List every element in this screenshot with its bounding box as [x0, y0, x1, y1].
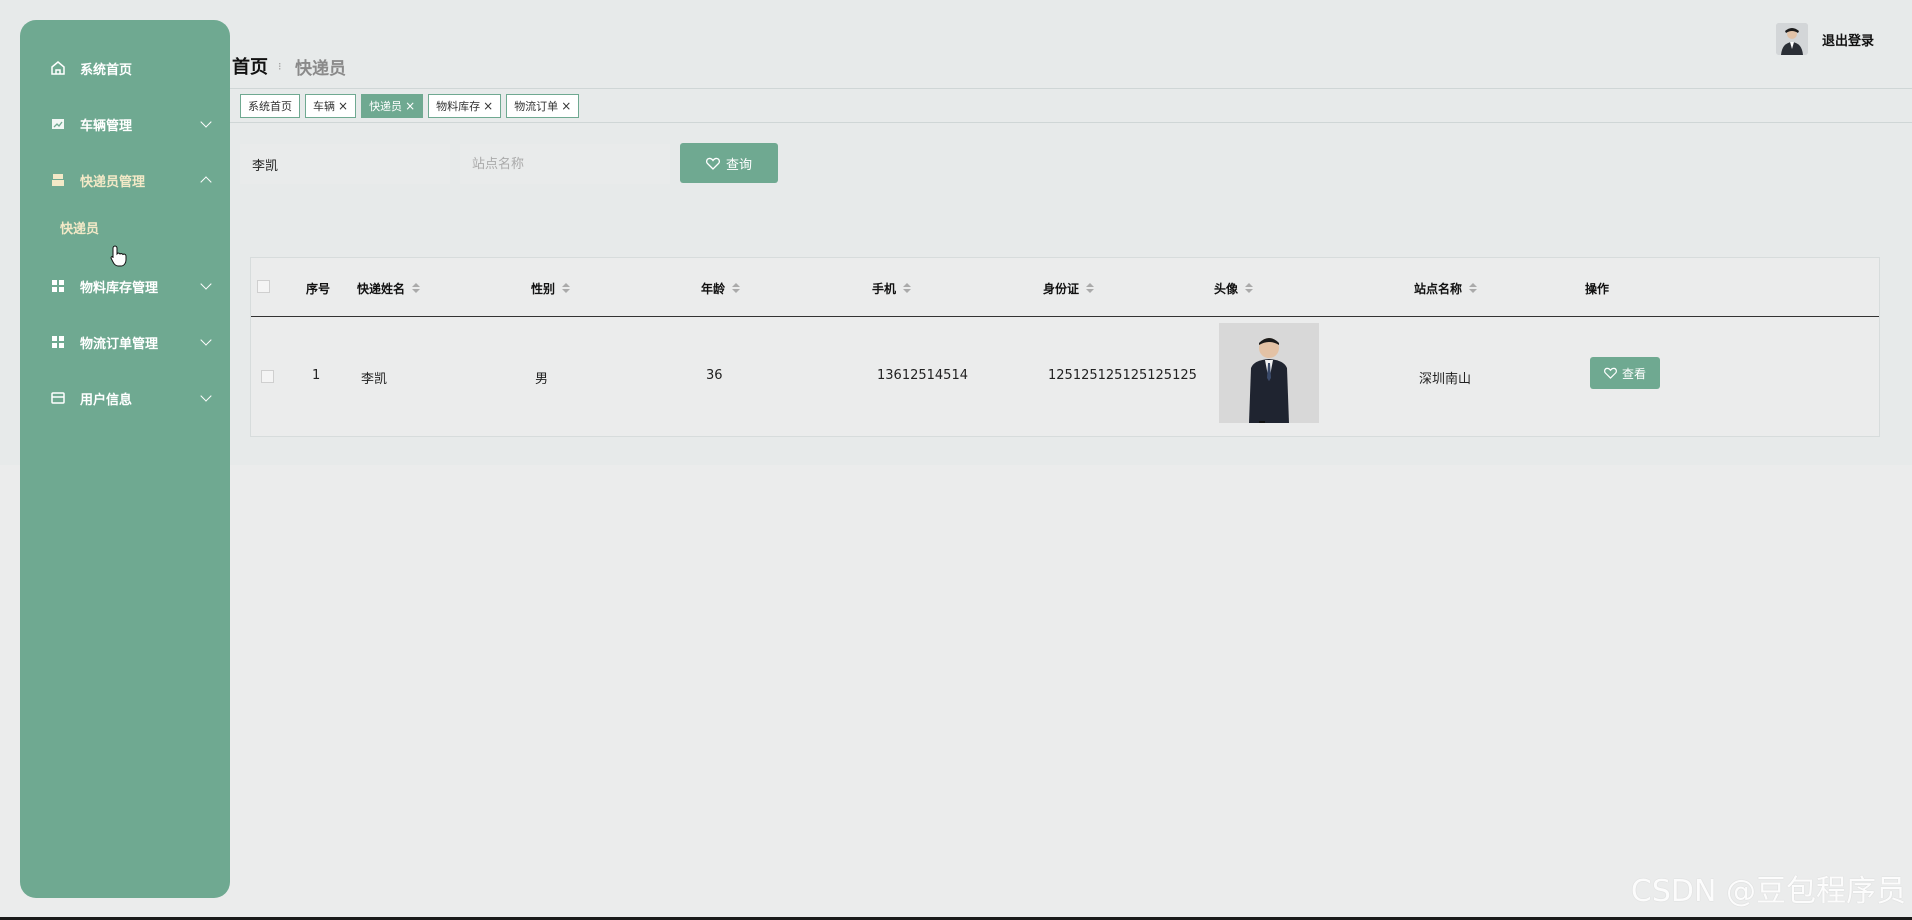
tab-vehicles[interactable]: 车辆 × — [305, 94, 357, 118]
sidebar: 系统首页 车辆管理 快递员管理 快递员 物料库存管理 物流订单管理 用户信息 — [20, 20, 230, 898]
tab-label: 物流订单 — [514, 100, 559, 113]
tab-inventory[interactable]: 物料库存 × — [428, 94, 502, 118]
sort-icon[interactable] — [1245, 282, 1254, 295]
user-box: 退出登录 — [1776, 23, 1874, 55]
column-header-name[interactable]: 快递姓名 — [357, 280, 421, 297]
sidebar-item-users[interactable]: 用户信息 — [20, 382, 230, 414]
row-checkbox[interactable] — [261, 370, 274, 383]
chevron-down-icon — [200, 334, 212, 346]
sidebar-subitem-courier[interactable]: 快递员 — [60, 218, 99, 237]
tabs-bar: 系统首页 车辆 × 快递员 × 物料库存 × 物流订单 × — [230, 88, 1912, 123]
chevron-down-icon — [200, 390, 212, 402]
query-button[interactable]: 查询 — [680, 143, 778, 183]
courier-name-input[interactable] — [240, 144, 450, 184]
home-icon — [51, 61, 65, 75]
courier-photo — [1219, 323, 1319, 423]
column-header-age[interactable]: 年龄 — [701, 280, 741, 297]
tab-orders[interactable]: 物流订单 × — [506, 94, 580, 118]
sidebar-item-label: 用户信息 — [80, 392, 133, 408]
cell-phone: 13612514514 — [877, 368, 968, 383]
sidebar-item-label: 快递员管理 — [80, 174, 146, 190]
grid-icon — [52, 280, 64, 292]
column-header-phone[interactable]: 手机 — [872, 280, 912, 297]
table-header: 序号 快递姓名 性别 年龄 手机 身份证 头像 站点名称 操作 — [251, 258, 1879, 317]
view-button[interactable]: 查看 — [1590, 357, 1660, 389]
heart-icon — [1604, 367, 1617, 379]
close-icon[interactable]: × — [561, 99, 571, 113]
sidebar-item-inventory[interactable]: 物料库存管理 — [20, 270, 230, 302]
close-icon[interactable]: × — [405, 99, 415, 113]
sort-icon[interactable] — [412, 282, 421, 295]
station-name-input[interactable] — [460, 144, 670, 184]
tab-label: 物料库存 — [436, 100, 481, 113]
sort-icon[interactable] — [1469, 282, 1478, 295]
sidebar-item-couriers[interactable]: 快递员管理 — [20, 164, 230, 196]
cell-name: 李凯 — [361, 372, 388, 387]
chart-icon — [52, 119, 64, 129]
sidebar-item-home[interactable]: 系统首页 — [20, 52, 230, 84]
sort-icon[interactable] — [732, 282, 741, 295]
sort-icon[interactable] — [562, 282, 571, 295]
watermark: CSDN @豆包程序员 — [1630, 874, 1906, 909]
select-all-checkbox[interactable] — [257, 280, 270, 293]
tab-label: 系统首页 — [248, 100, 292, 113]
column-header-index: 序号 — [306, 282, 331, 296]
column-header-station[interactable]: 站点名称 — [1414, 280, 1478, 297]
card-icon — [51, 392, 65, 404]
sort-icon[interactable] — [903, 282, 912, 295]
column-header-actions: 操作 — [1585, 282, 1610, 296]
cell-age: 36 — [706, 368, 723, 383]
grid-icon — [52, 336, 64, 348]
view-label: 查看 — [1621, 366, 1646, 381]
courier-table: 序号 快递姓名 性别 年龄 手机 身份证 头像 站点名称 操作 1 李凯 男 3… — [250, 257, 1880, 437]
cell-gender: 男 — [535, 372, 549, 387]
sidebar-item-label: 系统首页 — [80, 62, 133, 78]
hand-cursor-icon — [110, 245, 127, 267]
sidebar-item-label: 车辆管理 — [80, 118, 133, 134]
logout-link[interactable]: 退出登录 — [1822, 30, 1874, 49]
column-header-avatar[interactable]: 头像 — [1214, 280, 1254, 297]
query-label: 查询 — [725, 157, 752, 173]
sidebar-item-orders[interactable]: 物流订单管理 — [20, 326, 230, 358]
close-icon[interactable]: × — [338, 99, 348, 113]
sidebar-item-vehicles[interactable]: 车辆管理 — [20, 108, 230, 140]
chevron-down-icon — [200, 116, 212, 128]
cell-station: 深圳南山 — [1419, 372, 1472, 387]
breadcrumb-separator: ⁝ — [278, 60, 282, 73]
breadcrumb-home[interactable]: 首页 — [232, 53, 268, 79]
avatar[interactable] — [1776, 23, 1808, 55]
breadcrumb-current: 快递员 — [295, 59, 346, 79]
cell-index: 1 — [312, 368, 321, 383]
sidebar-item-label: 物流订单管理 — [80, 336, 159, 352]
tab-label: 车辆 — [313, 100, 335, 113]
tab-label: 快递员 — [369, 100, 403, 113]
cell-id-card: 125125125125125125 — [1048, 368, 1197, 383]
close-icon[interactable]: × — [483, 99, 493, 113]
chevron-down-icon — [200, 278, 212, 290]
column-header-id-card[interactable]: 身份证 — [1043, 280, 1095, 297]
heart-icon — [705, 157, 720, 170]
sort-icon[interactable] — [1086, 282, 1095, 295]
tab-home[interactable]: 系统首页 — [240, 94, 300, 118]
sidebar-item-label: 物料库存管理 — [80, 280, 159, 296]
chevron-up-icon — [200, 176, 212, 188]
printer-icon — [52, 174, 64, 186]
tab-couriers[interactable]: 快递员 × — [361, 94, 424, 118]
column-header-gender[interactable]: 性别 — [531, 280, 571, 297]
